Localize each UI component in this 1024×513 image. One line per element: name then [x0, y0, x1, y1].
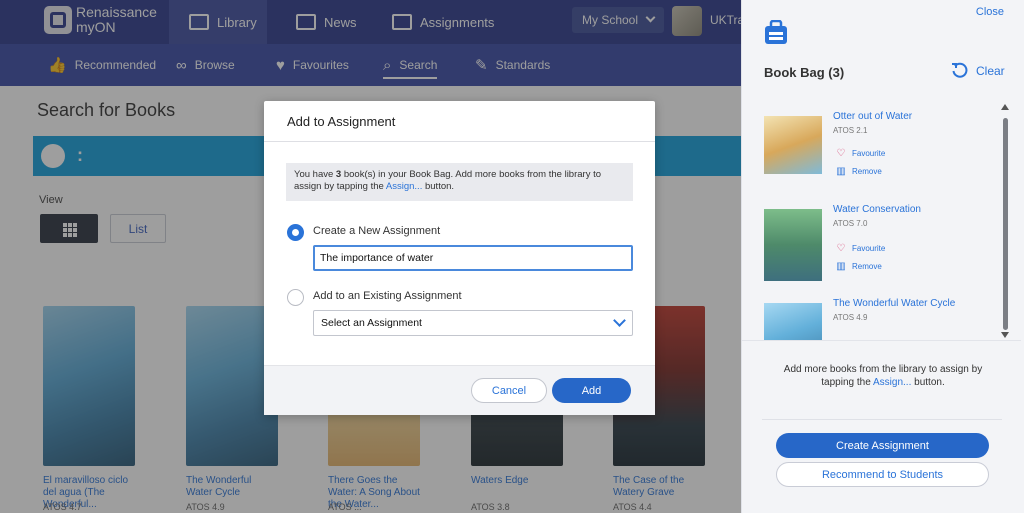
message-text: tapping the [821, 377, 873, 388]
existing-assignment-label[interactable]: Add to an Existing Assignment [313, 290, 462, 302]
remove-label: Remove [852, 262, 882, 271]
assign-link[interactable]: Assign... [386, 181, 422, 192]
bag-book-title[interactable]: Otter out of Water [833, 111, 912, 122]
message-line-1: Add more books from the library to assig… [783, 364, 983, 375]
dialog-title: Add to Assignment [287, 114, 396, 129]
existing-assignment-radio[interactable] [287, 289, 304, 306]
add-to-assignment-dialog: Add to Assignment You have 3 book(s) in … [264, 101, 655, 415]
bag-book-atos: ATOS 4.9 [833, 313, 868, 322]
book-thumbnail[interactable] [764, 116, 822, 174]
cancel-button[interactable]: Cancel [471, 378, 547, 403]
trash-icon: ▥ [836, 261, 846, 272]
chevron-down-icon [613, 314, 626, 327]
scroll-down-arrow-icon[interactable] [1001, 332, 1009, 338]
book-bag-message: Add more books from the library to assig… [770, 363, 996, 389]
book-bag-title: Book Bag (3) [764, 65, 845, 80]
trash-icon: ▥ [836, 166, 846, 177]
create-new-assignment-radio[interactable] [287, 224, 304, 241]
create-assignment-button[interactable]: Create Assignment [776, 433, 989, 458]
remove-button[interactable]: ▥ Remove [835, 166, 882, 177]
book-bag-list: Otter out of Water ATOS 2.1 ♡ Favourite … [742, 100, 1017, 340]
divider [762, 419, 1002, 420]
heart-plus-icon: ♡ [836, 243, 846, 254]
favourite-button[interactable]: ♡ Favourite [835, 243, 886, 254]
clear-label: Clear [976, 63, 1005, 78]
bag-book-title[interactable]: Water Conservation [833, 204, 921, 215]
divider [742, 340, 1021, 341]
book-bag-icon [765, 20, 787, 44]
remove-button[interactable]: ▥ Remove [835, 261, 882, 272]
divider [264, 141, 655, 142]
favourite-label: Favourite [852, 149, 886, 158]
heart-plus-icon: ♡ [836, 148, 846, 159]
assign-link[interactable]: Assign... [873, 377, 911, 388]
message-text: button. [911, 377, 945, 388]
add-button[interactable]: Add [552, 378, 631, 403]
dialog-footer: Cancel Add [264, 365, 655, 415]
bag-book-atos: ATOS 2.1 [833, 126, 868, 135]
close-panel-link[interactable]: Close [976, 6, 1004, 18]
clear-button[interactable]: Clear [951, 62, 1005, 79]
book-thumbnail[interactable] [764, 303, 822, 340]
existing-assignment-select-value: Select an Assignment [321, 317, 422, 329]
recommend-to-students-button[interactable]: Recommend to Students [776, 462, 989, 487]
favourite-button[interactable]: ♡ Favourite [835, 148, 886, 159]
message-line-2: tapping the Assign... button. [770, 376, 996, 389]
scrollbar[interactable] [1003, 118, 1008, 330]
remove-label: Remove [852, 167, 882, 176]
notice-text: You have [294, 169, 336, 180]
book-thumbnail[interactable] [764, 209, 822, 281]
bag-book-atos: ATOS 7.0 [833, 219, 868, 228]
create-new-assignment-label[interactable]: Create a New Assignment [313, 225, 440, 237]
assignment-name-input[interactable] [313, 245, 633, 271]
existing-assignment-select[interactable]: Select an Assignment [313, 310, 633, 336]
favourite-label: Favourite [852, 244, 886, 253]
book-bag-notice: You have 3 book(s) in your Book Bag. Add… [286, 163, 633, 201]
refresh-icon [952, 62, 968, 78]
notice-text: button. [422, 181, 455, 192]
scroll-up-arrow-icon[interactable] [1001, 104, 1009, 110]
bag-book-title[interactable]: The Wonderful Water Cycle [833, 298, 955, 309]
